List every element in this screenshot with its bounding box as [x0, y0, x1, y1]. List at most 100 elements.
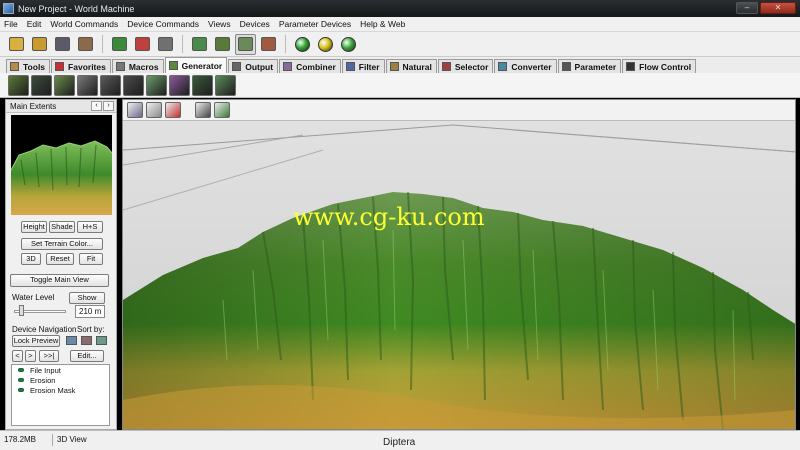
- export-button[interactable]: [132, 34, 153, 55]
- build-yellow-orb-icon: [318, 36, 333, 52]
- toggle-main-view-button[interactable]: Toggle Main View: [10, 274, 109, 287]
- tab-parameter[interactable]: Parameter: [557, 59, 622, 73]
- panel-title: Main Extents: [10, 101, 57, 111]
- close-button[interactable]: ✕: [760, 2, 796, 14]
- hs-view-button[interactable]: H+S: [77, 221, 103, 233]
- tab-label: Natural: [402, 61, 432, 72]
- lock-preview-button[interactable]: Lock Preview: [12, 335, 60, 347]
- minimize-button[interactable]: –: [736, 2, 758, 14]
- menu-devices[interactable]: Devices: [240, 19, 270, 29]
- sort-type-icon[interactable]: [66, 336, 77, 345]
- panel-header: Main Extents ‹ ›: [6, 100, 116, 113]
- menu-views[interactable]: Views: [208, 19, 231, 29]
- 3d-view-icon: [238, 37, 253, 51]
- panel-next-icon[interactable]: ›: [103, 101, 114, 111]
- sort-name-icon[interactable]: [81, 336, 92, 345]
- menu-parameter-devices[interactable]: Parameter Devices: [279, 19, 351, 29]
- tab-generator[interactable]: Generator: [164, 57, 228, 73]
- nav-next-button[interactable]: >: [25, 350, 36, 362]
- build-tiles-orb-button[interactable]: [338, 34, 359, 55]
- sort-order-icon[interactable]: [96, 336, 107, 345]
- constant-device-icon[interactable]: [77, 74, 98, 96]
- set-terrain-color-button[interactable]: Set Terrain Color...: [21, 238, 103, 250]
- heart-icon: [55, 62, 65, 71]
- tab-tools[interactable]: Tools: [6, 59, 51, 73]
- menu-file[interactable]: File: [4, 19, 18, 29]
- open-project-button[interactable]: [29, 34, 50, 55]
- list-item[interactable]: Erosion: [12, 375, 109, 385]
- caption-text: Diptera: [383, 437, 416, 448]
- voronoi-device-icon[interactable]: [54, 74, 75, 96]
- build-terrain-button[interactable]: [109, 34, 130, 55]
- generator-icon: [168, 61, 178, 70]
- show-water-button[interactable]: Show: [69, 292, 105, 304]
- menu-help-web[interactable]: Help & Web: [360, 19, 405, 29]
- radial-gradient-device-icon[interactable]: [123, 74, 144, 96]
- camera-icon[interactable]: [127, 102, 143, 118]
- advanced-perlin-device-icon[interactable]: [8, 74, 29, 96]
- viewport-toolbar: [123, 100, 795, 121]
- new-project-button[interactable]: [6, 34, 27, 55]
- 3d-viewport[interactable]: www.cg-ku.com: [122, 99, 796, 430]
- explorer-view-button[interactable]: [258, 34, 279, 55]
- fit-button[interactable]: Fit: [79, 253, 103, 265]
- tab-output[interactable]: Output: [228, 59, 279, 73]
- tab-natural[interactable]: Natural: [385, 59, 437, 73]
- window-title: New Project - World Machine: [18, 3, 135, 14]
- reset-button[interactable]: Reset: [46, 253, 74, 265]
- height-view-button[interactable]: Height: [21, 221, 47, 233]
- list-item-label: File Input: [30, 365, 61, 375]
- file-input-device-icon[interactable]: [192, 74, 213, 96]
- 3d-button[interactable]: 3D: [21, 253, 41, 265]
- tab-combiner[interactable]: Combiner: [279, 59, 341, 73]
- menu-device-commands[interactable]: Device Commands: [127, 19, 199, 29]
- shade-view-button[interactable]: Shade: [49, 221, 75, 233]
- build-terrain-icon: [112, 37, 127, 51]
- build-yellow-orb-button[interactable]: [315, 34, 336, 55]
- list-item[interactable]: Erosion Mask: [12, 385, 109, 395]
- menu-world-commands[interactable]: World Commands: [50, 19, 118, 29]
- main-toolbar: [0, 32, 800, 57]
- perlin-noise-device-icon[interactable]: [31, 74, 52, 96]
- color-generator-device-icon[interactable]: [169, 74, 190, 96]
- nav-prev-button[interactable]: <: [12, 350, 23, 362]
- nav-end-button[interactable]: >>|: [39, 350, 59, 362]
- left-panel: Main Extents ‹ › Height Shade H+S Set Te…: [5, 99, 117, 430]
- tab-selector[interactable]: Selector: [437, 59, 494, 73]
- menu-edit[interactable]: Edit: [27, 19, 42, 29]
- stop-icon[interactable]: [165, 102, 181, 118]
- 3d-view-button[interactable]: [235, 33, 256, 55]
- water-level-slider-thumb[interactable]: [19, 305, 24, 316]
- tab-label: Converter: [511, 61, 552, 72]
- tab-macros[interactable]: Macros: [111, 59, 164, 73]
- tiled-input-device-icon[interactable]: [215, 74, 236, 96]
- save-project-button[interactable]: [52, 34, 73, 55]
- render-icon[interactable]: [146, 102, 162, 118]
- tab-favorites[interactable]: Favorites: [51, 59, 111, 73]
- app-icon: [3, 3, 14, 14]
- tab-converter[interactable]: Converter: [494, 59, 557, 73]
- layout-view-button[interactable]: [212, 34, 233, 55]
- status-bar: 178.2MB 3D View Diptera: [0, 430, 800, 450]
- gradient-device-icon[interactable]: [100, 74, 121, 96]
- random-seed-button[interactable]: [155, 34, 176, 55]
- flow-control-icon: [626, 62, 636, 71]
- preferences-button[interactable]: [75, 34, 96, 55]
- device-category-tabs: Tools Favorites Macros Generator Output Combi…: [0, 57, 800, 73]
- list-item[interactable]: File Input: [12, 365, 109, 375]
- water-level-field[interactable]: 210 m: [75, 305, 105, 318]
- terrain-preview[interactable]: [11, 115, 112, 215]
- build-green-orb-button[interactable]: [292, 34, 313, 55]
- panel-prev-icon[interactable]: ‹: [91, 101, 102, 111]
- tab-flow-control[interactable]: Flow Control: [622, 59, 697, 73]
- output-icon: [232, 62, 242, 71]
- device-view-button[interactable]: [189, 34, 210, 55]
- terrain-preview-image: [11, 115, 112, 215]
- screenshot-icon[interactable]: [195, 102, 211, 118]
- tab-filter[interactable]: Filter: [341, 59, 385, 73]
- explorer-view-icon: [261, 37, 276, 51]
- layout-generator-device-icon[interactable]: [146, 74, 167, 96]
- edit-device-button[interactable]: Edit...: [70, 350, 104, 362]
- line-tool-icon[interactable]: [214, 102, 230, 118]
- generator-device-bar: [0, 73, 800, 98]
